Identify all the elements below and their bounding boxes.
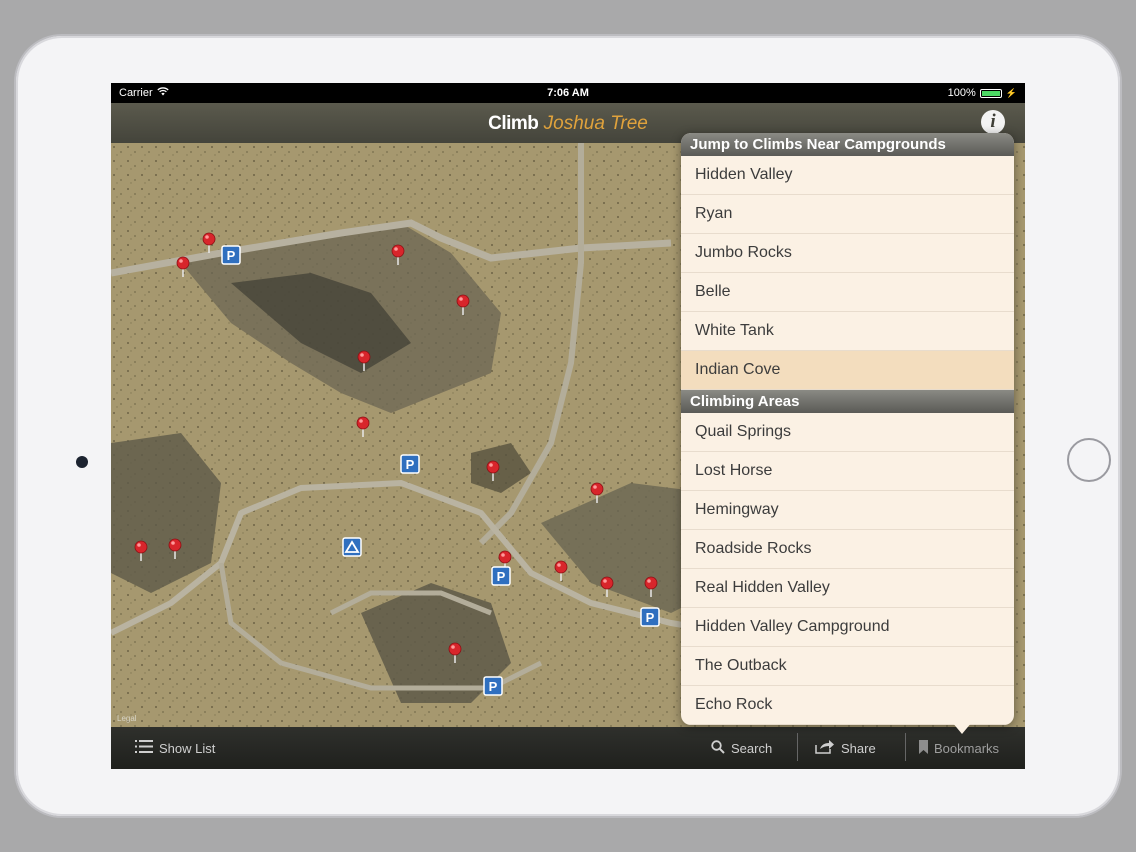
svg-text:P: P [406,457,415,472]
campgrounds-list: Hidden Valley Ryan Jumbo Rocks Belle White T… [681,156,1014,390]
share-button[interactable]: Share [815,727,876,769]
show-list-button[interactable]: Show List [135,727,215,769]
search-label: Search [731,740,773,756]
list-item[interactable]: Hidden Valley Campground [681,608,1014,647]
parking-icon[interactable]: P [640,607,660,627]
svg-text:P: P [489,679,498,694]
parking-icon[interactable]: P [400,454,420,474]
list-item[interactable]: Real Hidden Valley [681,569,1014,608]
app-title-main: Climb [488,113,539,134]
list-item[interactable]: Ryan [681,195,1014,234]
charging-icon: ⚡ [1005,87,1017,98]
list-item[interactable]: Echo Rock [681,686,1014,725]
info-button[interactable]: i [981,110,1005,134]
svg-text:P: P [227,248,236,263]
bookmark-icon [919,739,928,757]
parking-icon[interactable]: P [491,566,511,586]
list-item[interactable]: Hemingway [681,491,1014,530]
climbing-areas-section-header: Climbing Areas [681,390,1014,413]
bookmarks-label: Bookmarks [934,740,1000,756]
list-item[interactable]: Roadside Rocks [681,530,1014,569]
list-icon [135,740,153,756]
svg-text:P: P [646,610,655,625]
share-label: Share [841,740,876,756]
list-item[interactable]: Jumbo Rocks [681,234,1014,273]
list-item[interactable]: Quail Springs [681,413,1014,452]
toolbar-divider [905,733,906,761]
svg-text:P: P [497,569,506,584]
battery-percent: 100% [947,87,976,99]
battery-icon [979,88,1002,98]
bottom-toolbar: Show List Search Share Bookmarks [111,727,1025,769]
list-item[interactable]: The Outback [681,647,1014,686]
share-icon [815,739,835,757]
list-item[interactable]: Indian Cove [681,351,1014,390]
climbing-areas-list: Quail Springs Lost Horse Hemingway Roadside… [681,413,1014,725]
legal-link[interactable]: Legal [117,714,137,723]
popover-arrow [952,722,972,734]
clock: 7:06 AM [547,87,589,99]
parking-icon[interactable]: P [483,676,503,696]
home-button[interactable] [1067,438,1111,482]
app-title: Climb Joshua Tree [111,113,1025,135]
parking-icon[interactable]: P [221,245,241,265]
list-item[interactable]: White Tank [681,312,1014,351]
search-button[interactable]: Search [711,727,772,769]
list-item[interactable]: Belle [681,273,1014,312]
toolbar-divider [797,733,798,761]
list-item[interactable]: Hidden Valley [681,156,1014,195]
campground-marker[interactable] [342,537,362,557]
search-icon [711,739,725,757]
status-bar: Carrier 7:06 AM 100% ⚡ [111,83,1025,103]
list-item[interactable]: Lost Horse [681,452,1014,491]
app-title-accent: Joshua Tree [543,113,648,134]
campgrounds-section-header: Jump to Climbs Near Campgrounds [681,133,1014,156]
bookmarks-popover: Jump to Climbs Near Campgrounds Hidden V… [681,133,1014,725]
show-list-label: Show List [159,740,216,756]
camera [76,456,88,468]
